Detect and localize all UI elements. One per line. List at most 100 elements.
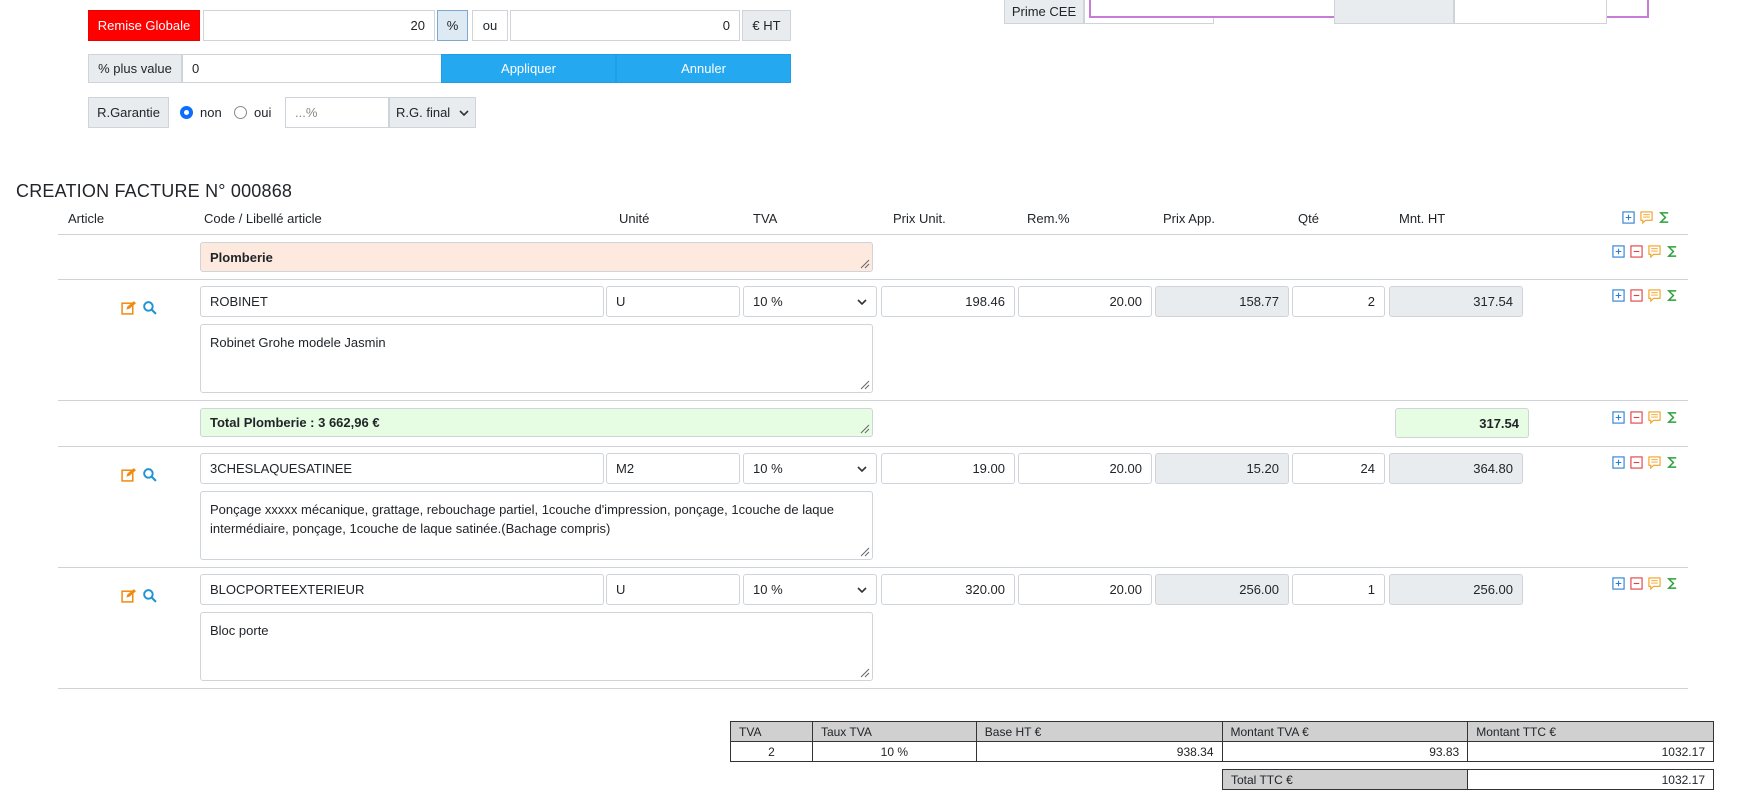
- discount-input[interactable]: 20.00: [1018, 453, 1152, 484]
- tva-table-header: TVA: [730, 721, 813, 742]
- resize-handle-icon[interactable]: [860, 259, 870, 269]
- remove-icon[interactable]: [1630, 577, 1643, 590]
- prime-cee-input-right[interactable]: [1454, 0, 1607, 24]
- add-icon[interactable]: [1612, 456, 1625, 469]
- comment-icon[interactable]: [1648, 577, 1661, 590]
- header-actions: [1622, 211, 1671, 224]
- add-icon[interactable]: [1612, 411, 1625, 424]
- total-ttc-label: Total TTC €: [1221, 769, 1469, 790]
- quantity-input[interactable]: 24: [1292, 453, 1385, 484]
- resize-handle-icon[interactable]: [860, 380, 870, 390]
- quantity-input[interactable]: 2: [1292, 286, 1385, 317]
- add-icon[interactable]: [1622, 211, 1635, 224]
- unit-price-input[interactable]: 198.46: [881, 286, 1015, 317]
- total-ttc-table: Total TTC € 1032.17: [1221, 769, 1714, 790]
- remise-percent-input[interactable]: 20: [203, 10, 435, 41]
- applied-price-value: 256.00: [1155, 574, 1289, 605]
- sum-icon[interactable]: [1666, 289, 1679, 302]
- header-divider: [58, 234, 1688, 235]
- tva-select[interactable]: 10 %: [743, 574, 877, 605]
- sum-icon[interactable]: [1666, 577, 1679, 590]
- apply-button[interactable]: Appliquer: [441, 54, 616, 83]
- col-header-prix-unit: Prix Unit.: [893, 211, 946, 226]
- discount-input[interactable]: 20.00: [1018, 286, 1152, 317]
- add-icon[interactable]: [1612, 289, 1625, 302]
- comment-icon[interactable]: [1648, 289, 1661, 302]
- description-textarea[interactable]: Ponçage xxxxx mécanique, grattage, rebou…: [200, 491, 873, 560]
- comment-icon[interactable]: [1640, 211, 1653, 224]
- unit-price-input[interactable]: 19.00: [881, 453, 1015, 484]
- chevron-down-icon: [459, 109, 469, 116]
- edit-icon[interactable]: [121, 300, 136, 315]
- remise-amount-input[interactable]: 0: [510, 10, 740, 41]
- comment-icon[interactable]: [1648, 245, 1661, 258]
- rg-non-label: non: [200, 105, 222, 120]
- ttc-amount-cell: 1032.17: [1467, 741, 1714, 762]
- tva-select[interactable]: 10 %: [743, 453, 877, 484]
- article-code-input[interactable]: 3CHESLAQUESATINEE: [200, 453, 604, 484]
- col-header-mnt-ht: Mnt. HT: [1399, 211, 1446, 226]
- unit-input[interactable]: U: [606, 286, 740, 317]
- col-header-unite: Unité: [619, 211, 650, 226]
- search-icon[interactable]: [142, 467, 157, 482]
- total-ttc-value: 1032.17: [1467, 769, 1714, 790]
- sum-icon[interactable]: [1666, 411, 1679, 424]
- rg-type-select[interactable]: R.G. final: [389, 97, 476, 128]
- edit-icon[interactable]: [121, 467, 136, 482]
- description-text: Bloc porte: [210, 623, 269, 638]
- sum-icon[interactable]: [1658, 211, 1671, 224]
- remove-icon[interactable]: [1630, 411, 1643, 424]
- chevron-down-icon: [857, 298, 867, 305]
- unit-input[interactable]: U: [606, 574, 740, 605]
- description-textarea[interactable]: Robinet Grohe modele Jasmin: [200, 324, 873, 393]
- remove-icon[interactable]: [1630, 289, 1643, 302]
- comment-icon[interactable]: [1648, 456, 1661, 469]
- rg-percent-input[interactable]: ...%: [285, 97, 389, 128]
- total-actions: [1612, 411, 1679, 424]
- description-textarea[interactable]: Bloc porte: [200, 612, 873, 681]
- resize-handle-icon[interactable]: [860, 547, 870, 557]
- remise-globale-button[interactable]: Remise Globale: [88, 10, 200, 41]
- prime-cee-addon-right: [1334, 0, 1454, 24]
- section-total-value: 317.54: [1395, 408, 1529, 438]
- remove-icon[interactable]: [1630, 456, 1643, 469]
- rg-oui-label: oui: [254, 105, 272, 120]
- unit-price-input[interactable]: 320.00: [881, 574, 1015, 605]
- percent-toggle[interactable]: %: [437, 10, 468, 41]
- tva-summary-table: TVA Taux TVA Base HT € Montant TVA € Mon…: [730, 721, 1714, 762]
- rg-oui-radio[interactable]: [234, 106, 247, 119]
- description-text: Ponçage xxxxx mécanique, grattage, rebou…: [210, 502, 834, 536]
- col-header-article: Article: [68, 211, 105, 226]
- section-title[interactable]: Plomberie: [200, 242, 873, 272]
- discount-input[interactable]: 20.00: [1018, 574, 1152, 605]
- row-actions: [1612, 456, 1679, 469]
- add-icon[interactable]: [1612, 577, 1625, 590]
- search-icon[interactable]: [142, 588, 157, 603]
- article-code-input[interactable]: ROBINET: [200, 286, 604, 317]
- tva-table-header: Base HT €: [975, 721, 1223, 742]
- plus-value-input[interactable]: 0: [182, 54, 442, 83]
- prime-cee-label: Prime CEE: [1004, 0, 1084, 24]
- sum-icon[interactable]: [1666, 245, 1679, 258]
- resize-handle-icon[interactable]: [860, 668, 870, 678]
- unit-input[interactable]: M2: [606, 453, 740, 484]
- sum-icon[interactable]: [1666, 456, 1679, 469]
- resize-handle-icon[interactable]: [860, 424, 870, 434]
- add-icon[interactable]: [1612, 245, 1625, 258]
- applied-price-value: 158.77: [1155, 286, 1289, 317]
- tva-select-value: 10 %: [753, 582, 783, 597]
- article-code-input[interactable]: BLOCPORTEEXTERIEUR: [200, 574, 604, 605]
- remove-icon[interactable]: [1630, 245, 1643, 258]
- comment-icon[interactable]: [1648, 411, 1661, 424]
- cancel-button[interactable]: Annuler: [616, 54, 791, 83]
- tva-select[interactable]: 10 %: [743, 286, 877, 317]
- section-total-label[interactable]: Total Plomberie : 3 662,96 €: [200, 408, 873, 437]
- col-header-qte: Qté: [1298, 211, 1319, 226]
- quantity-input[interactable]: 1: [1292, 574, 1385, 605]
- table-row: 2 10 % 938.34 93.83 1032.17: [730, 741, 1714, 762]
- search-icon[interactable]: [142, 300, 157, 315]
- edit-icon[interactable]: [121, 588, 136, 603]
- row-actions: [1612, 577, 1679, 590]
- rg-non-radio[interactable]: [180, 106, 193, 119]
- tva-table-header: Taux TVA: [811, 721, 977, 742]
